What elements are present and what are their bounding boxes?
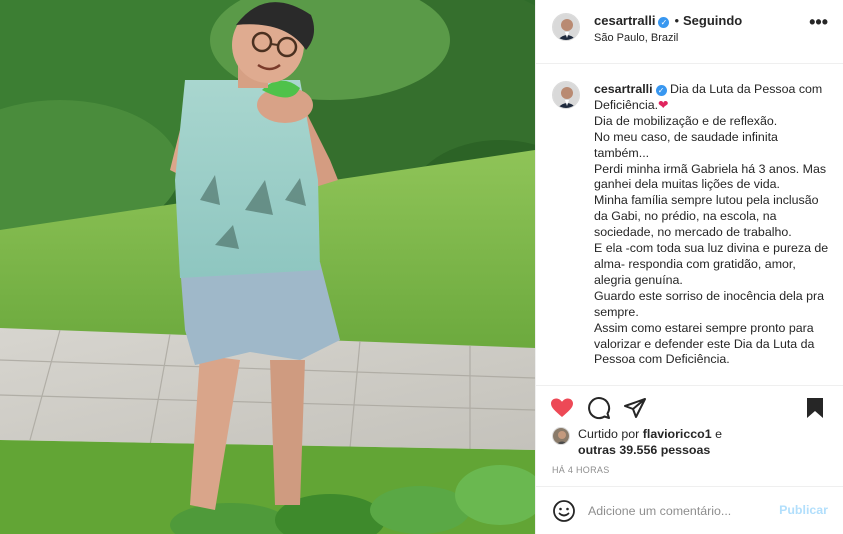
publish-button[interactable]: Publicar — [779, 503, 828, 517]
post-photo[interactable] — [0, 0, 535, 534]
separator-dot: • — [674, 13, 679, 28]
caption-area: cesartralli ✓ Dia da Luta da Pessoa com D… — [536, 65, 843, 385]
bookmark-filled-icon[interactable] — [803, 396, 827, 420]
likes-count-prefix[interactable]: outras — [578, 443, 616, 457]
verified-badge-icon: ✓ — [655, 85, 667, 96]
caption-body: Dia de mobilização e de reflexão. No meu… — [594, 113, 829, 367]
post-header: cesartralli ✓ • Seguindo São Paulo, Brazil … — [536, 0, 843, 64]
heart-filled-icon[interactable] — [550, 396, 574, 420]
paper-plane-icon[interactable] — [623, 396, 647, 420]
likes-summary: Curtido por flavioricco1 e outras 39.556… — [552, 426, 832, 462]
post-location[interactable]: São Paulo, Brazil — [594, 32, 678, 44]
post-caption: cesartralli ✓ Dia da Luta da Pessoa com D… — [594, 82, 830, 368]
liked-by-connector: e — [715, 427, 722, 441]
author-username[interactable]: cesartralli — [594, 13, 655, 28]
action-bar — [536, 385, 843, 429]
post-details-panel: cesartralli ✓ • Seguindo São Paulo, Brazil … — [535, 0, 843, 534]
comment-bar: Publicar — [536, 486, 843, 534]
verified-badge-icon: ✓ — [658, 17, 670, 28]
comment-icon[interactable] — [587, 396, 611, 420]
comment-input[interactable] — [588, 499, 768, 523]
following-button[interactable]: Seguindo — [683, 13, 742, 28]
likes-count-suffix[interactable]: pessoas — [661, 443, 711, 457]
smiley-icon[interactable] — [552, 499, 576, 523]
likes-text: Curtido por flavioricco1 e outras 39.556… — [578, 426, 722, 458]
likes-count[interactable]: 39.556 — [619, 443, 657, 457]
liked-by-prefix: Curtido por — [578, 427, 640, 441]
caption-author-avatar[interactable] — [552, 81, 580, 109]
liked-by-username[interactable]: flavioricco1 — [643, 427, 712, 441]
liker-avatar[interactable] — [552, 427, 570, 445]
caption-username[interactable]: cesartralli — [594, 82, 653, 96]
author-avatar[interactable] — [552, 13, 580, 41]
more-options-icon[interactable]: ••• — [809, 13, 828, 31]
post-timestamp[interactable]: HÁ 4 HORAS — [552, 465, 610, 475]
heart-emoji-icon: ❤ — [658, 97, 669, 112]
